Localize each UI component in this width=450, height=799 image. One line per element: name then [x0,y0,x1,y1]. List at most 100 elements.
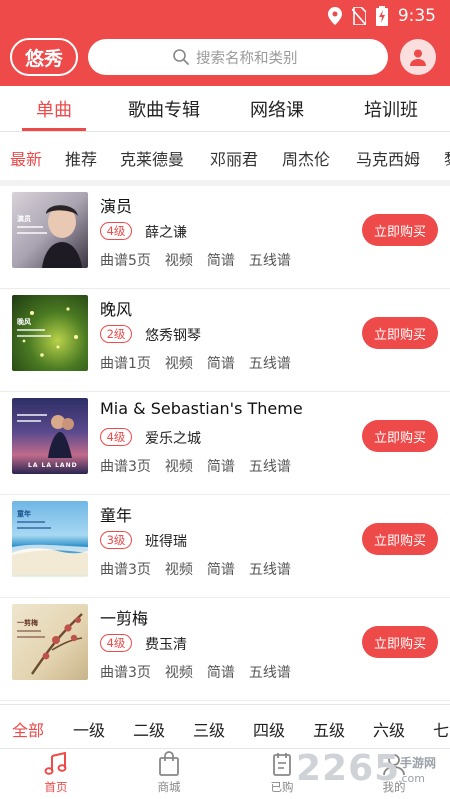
list-item[interactable]: 童年 童年 3级 班得瑞 曲谱3页 视频 简谱 五线谱 立即购买 [0,495,450,598]
main-tabs: 单曲 歌曲专辑 网络课 培训班 [0,86,450,132]
search-bar[interactable]: 搜索名称和类别 [88,39,388,75]
song-title: 童年 [100,506,133,525]
music-note-icon [44,751,67,775]
level-badge: 3级 [100,531,132,549]
page-count: 曲谱1页 [100,356,151,372]
nav-shop[interactable]: 商城 [141,751,197,795]
person-icon [410,49,426,66]
category-maksim[interactable]: 马克西姆 [356,146,420,170]
nav-label: 首页 [44,780,68,794]
tag-video: 视频 [164,665,193,681]
tag-staff-notation: 五线谱 [248,253,291,269]
tag-numbered-notation: 简谱 [206,665,235,681]
tag-video: 视频 [164,562,193,578]
search-icon [173,49,189,65]
nav-home[interactable]: 首页 [28,751,84,795]
status-time: 9:35 [397,6,436,26]
logo-text: 悠秀 [24,47,63,70]
category-tabs: 最新 推荐 克莱德曼 邓丽君 周杰伦 马克西姆 黎 [0,132,450,180]
song-cover: LA LA LAND [12,398,88,474]
level-filter-5[interactable]: 五级 [313,717,345,741]
song-artist: 薛之谦 [145,225,187,241]
category-clayderman[interactable]: 克莱德曼 [120,146,184,170]
tag-video: 视频 [164,356,193,372]
tab-single[interactable]: 单曲 [36,96,72,122]
buy-button[interactable]: 立即购买 [362,523,438,555]
tag-video: 视频 [164,459,193,475]
tab-online-course[interactable]: 网络课 [250,96,304,122]
tag-numbered-notation: 简谱 [206,356,235,372]
song-title: Mia & Sebastian's Theme [100,399,303,418]
song-title: 一剪梅 [100,609,149,628]
status-bar: 9:35 [0,0,450,32]
level-filter-1[interactable]: 一级 [73,717,105,741]
category-jay-chou[interactable]: 周杰伦 [282,146,330,170]
category-teresa-teng[interactable]: 邓丽君 [210,146,258,170]
cover-text: 一剪梅 [17,619,38,627]
list-item[interactable]: 一剪梅 一剪梅 4级 费玉清 曲谱3页 视频 简谱 五线谱 立即购买 [0,598,450,701]
level-badge: 4级 [100,222,132,240]
list-item[interactable]: 演员 演员 4级 薛之谦 曲谱5页 视频 简谱 五线谱 立即购买 [0,186,450,289]
level-filter-4[interactable]: 四级 [253,717,285,741]
category-latest[interactable]: 最新 [10,146,42,170]
song-title: 晚风 [100,300,133,319]
app-logo[interactable]: 悠秀 [10,38,78,76]
song-cover: 童年 [12,501,88,577]
level-filter-6[interactable]: 六级 [373,717,405,741]
tag-staff-notation: 五线谱 [248,562,291,578]
level-filter-all[interactable]: 全部 [12,717,44,741]
level-badge: 4级 [100,634,132,652]
tag-numbered-notation: 简谱 [206,562,235,578]
song-meta: 曲谱3页 视频 简谱 五线谱 [100,456,291,476]
watermark-domain: .com [398,772,425,785]
list-item[interactable]: LA LA LAND Mia & Sebastian's Theme 4级 爱乐… [0,392,450,495]
watermark: 2265 手游网 .com [296,748,450,799]
level-badge: 2级 [100,325,132,343]
search-placeholder: 搜索名称和类别 [196,50,298,67]
tag-staff-notation: 五线谱 [248,665,291,681]
no-sim-icon [351,7,366,25]
song-cover: 一剪梅 [12,604,88,680]
level-badge: 4级 [100,428,132,446]
buy-button[interactable]: 立即购买 [362,214,438,246]
level-filter-3[interactable]: 三级 [193,717,225,741]
song-cover: 晚风 [12,295,88,371]
cover-text: 晚风 [17,318,31,326]
song-cover: 演员 [12,192,88,268]
nav-label: 商城 [157,780,181,794]
buy-button[interactable]: 立即购买 [362,317,438,349]
shopping-bag-icon [159,751,179,776]
tab-album[interactable]: 歌曲专辑 [128,96,200,122]
app-header: 9:35 悠秀 搜索名称和类别 [0,0,450,86]
list-item[interactable]: 晚风 晚风 2级 悠秀钢琴 曲谱1页 视频 简谱 五线谱 立即购买 [0,289,450,392]
level-filter-7[interactable]: 七 [433,717,449,741]
tab-training[interactable]: 培训班 [364,96,418,122]
tag-numbered-notation: 简谱 [206,459,235,475]
watermark-text: 手游网 [400,756,437,770]
tag-numbered-notation: 简谱 [206,253,235,269]
song-meta: 曲谱1页 视频 简谱 五线谱 [100,353,291,373]
cover-text: 演员 [17,215,31,223]
cover-text: 童年 [17,510,31,518]
active-tab-indicator [22,128,86,131]
song-meta: 曲谱3页 视频 简谱 五线谱 [100,662,291,682]
song-artist: 悠秀钢琴 [145,328,201,344]
page-count: 曲谱3页 [100,459,151,475]
buy-button[interactable]: 立即购买 [362,626,438,658]
song-meta: 曲谱3页 视频 简谱 五线谱 [100,559,291,579]
level-filter-2[interactable]: 二级 [133,717,165,741]
buy-button[interactable]: 立即购买 [362,420,438,452]
battery-charging-icon [375,6,388,26]
tag-staff-notation: 五线谱 [248,356,291,372]
tag-video: 视频 [164,253,193,269]
song-title: 演员 [100,197,133,216]
level-filter-bar: 全部 一级 二级 三级 四级 五级 六级 七 [0,704,450,748]
page-count: 曲谱3页 [100,665,151,681]
user-avatar-button[interactable] [400,39,436,75]
song-meta: 曲谱5页 视频 简谱 五线谱 [100,250,291,270]
page-count: 曲谱5页 [100,253,151,269]
category-recommended[interactable]: 推荐 [65,146,97,170]
category-more[interactable]: 黎 [444,146,450,170]
watermark-number: 2265 [296,748,401,789]
song-artist: 爱乐之城 [145,431,201,447]
